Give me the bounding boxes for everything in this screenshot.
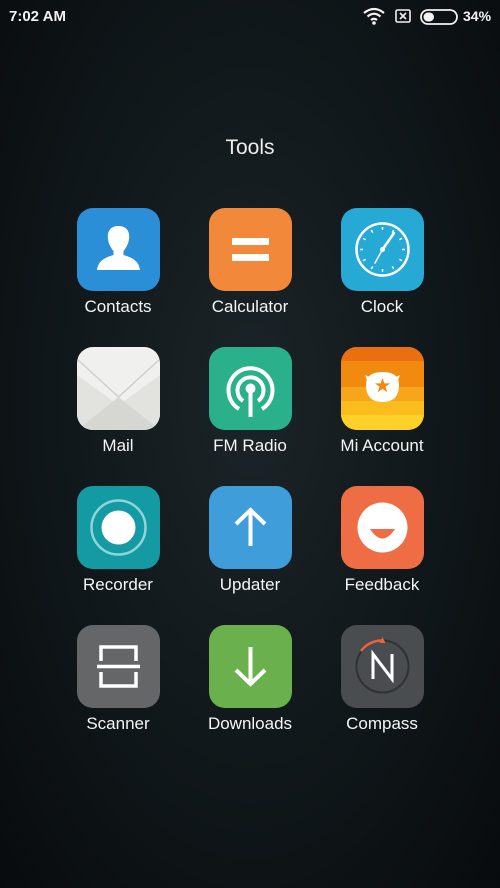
calculator-icon xyxy=(209,208,292,291)
folder-title[interactable]: Tools xyxy=(0,136,500,160)
status-time: 7:02 AM xyxy=(9,8,66,25)
app-label: Recorder xyxy=(83,575,153,594)
app-fm-radio[interactable]: FM Radio xyxy=(184,347,316,486)
app-label: Mi Account xyxy=(340,436,424,455)
app-calculator[interactable]: Calculator xyxy=(184,208,316,347)
updater-icon xyxy=(209,486,292,569)
app-downloads[interactable]: Downloads xyxy=(184,625,316,764)
fm-radio-icon xyxy=(209,347,292,430)
app-mail[interactable]: Mail xyxy=(52,347,184,486)
app-label: Downloads xyxy=(207,714,293,733)
battery-icon xyxy=(420,9,458,25)
app-label: Mail xyxy=(102,436,134,455)
app-feedback[interactable]: Feedback xyxy=(316,486,448,625)
app-clock[interactable]: Clock xyxy=(316,208,448,347)
app-mi-account[interactable]: Mi Account xyxy=(316,347,448,486)
no-sim-icon xyxy=(395,9,411,23)
status-bar: 7:02 AM 34% xyxy=(0,0,500,34)
wifi-icon xyxy=(363,7,385,25)
app-label: FM Radio xyxy=(213,436,287,455)
compass-icon xyxy=(341,625,424,708)
app-label: Updater xyxy=(219,575,281,594)
mi-account-icon xyxy=(341,347,424,430)
scanner-icon xyxy=(77,625,160,708)
app-label: Compass xyxy=(346,714,418,733)
feedback-icon xyxy=(341,486,424,569)
app-updater[interactable]: Updater xyxy=(184,486,316,625)
app-recorder[interactable]: Recorder xyxy=(52,486,184,625)
downloads-icon xyxy=(209,625,292,708)
app-compass[interactable]: Compass xyxy=(316,625,448,764)
app-label: Calculator xyxy=(211,297,289,316)
app-contacts[interactable]: Contacts xyxy=(52,208,184,347)
mail-icon xyxy=(77,347,160,430)
app-scanner[interactable]: Scanner xyxy=(52,625,184,764)
app-label: Scanner xyxy=(86,714,150,733)
app-label: Feedback xyxy=(344,575,420,594)
contacts-icon xyxy=(77,208,160,291)
clock-icon xyxy=(341,208,424,291)
recorder-icon xyxy=(77,486,160,569)
app-label: Contacts xyxy=(84,297,152,316)
app-label: Clock xyxy=(360,297,404,316)
battery-percent: 34% xyxy=(463,8,492,24)
